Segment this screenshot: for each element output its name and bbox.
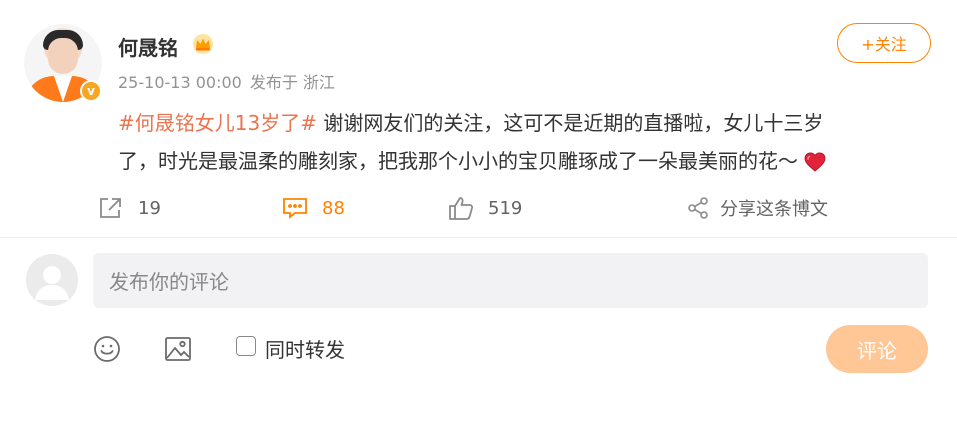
share-label: 分享这条博文 bbox=[720, 199, 828, 220]
repost-checkbox[interactable] bbox=[236, 336, 256, 356]
image-icon[interactable] bbox=[164, 335, 192, 363]
emoji-icon[interactable] bbox=[93, 335, 121, 363]
follow-button[interactable]: +关注 bbox=[837, 23, 931, 63]
post-text-line1: 谢谢网友们的关注，这可不是近期的直播啦，女儿十三岁 bbox=[323, 111, 824, 135]
post-meta: 25-10-13 00:00 发布于 浙江 bbox=[118, 69, 343, 93]
share-icon bbox=[688, 197, 708, 219]
post-content: #何晟铭女儿13岁了# 谢谢网友们的关注，这可不是近期的直播啦，女儿十三岁 了，… bbox=[118, 104, 908, 180]
like-button[interactable]: 519 bbox=[448, 195, 522, 221]
repost-button[interactable]: 19 bbox=[98, 195, 161, 221]
divider bbox=[0, 237, 957, 238]
comment-input[interactable]: 发布你的评论 bbox=[93, 253, 928, 308]
like-count: 519 bbox=[488, 197, 523, 219]
like-icon bbox=[449, 197, 474, 220]
share-button[interactable]: 分享这条博文 bbox=[686, 195, 828, 221]
verified-badge-icon: v bbox=[80, 80, 102, 102]
repost-checkbox-label[interactable]: 同时转发 bbox=[265, 334, 345, 363]
author-name[interactable]: 何晟铭 bbox=[118, 32, 178, 61]
post-text-line2: 了，时光是最温柔的雕刻家，把我那个小小的宝贝雕琢成了一朵最美丽的花～ bbox=[118, 149, 798, 173]
comment-count: 88 bbox=[322, 197, 345, 219]
repost-count: 19 bbox=[138, 197, 161, 219]
repost-icon bbox=[100, 198, 121, 218]
comment-button[interactable]: 88 bbox=[282, 195, 345, 221]
post-timestamp[interactable]: 25-10-13 00:00 bbox=[118, 73, 242, 92]
crown-icon bbox=[193, 34, 213, 54]
post-source: 发布于 浙江 bbox=[249, 73, 335, 92]
hashtag-link[interactable]: #何晟铭女儿13岁了# bbox=[118, 111, 317, 135]
user-avatar bbox=[26, 254, 78, 306]
submit-comment-button[interactable]: 评论 bbox=[826, 325, 928, 373]
comment-icon bbox=[283, 198, 307, 219]
heart-emoji-icon bbox=[804, 152, 826, 172]
